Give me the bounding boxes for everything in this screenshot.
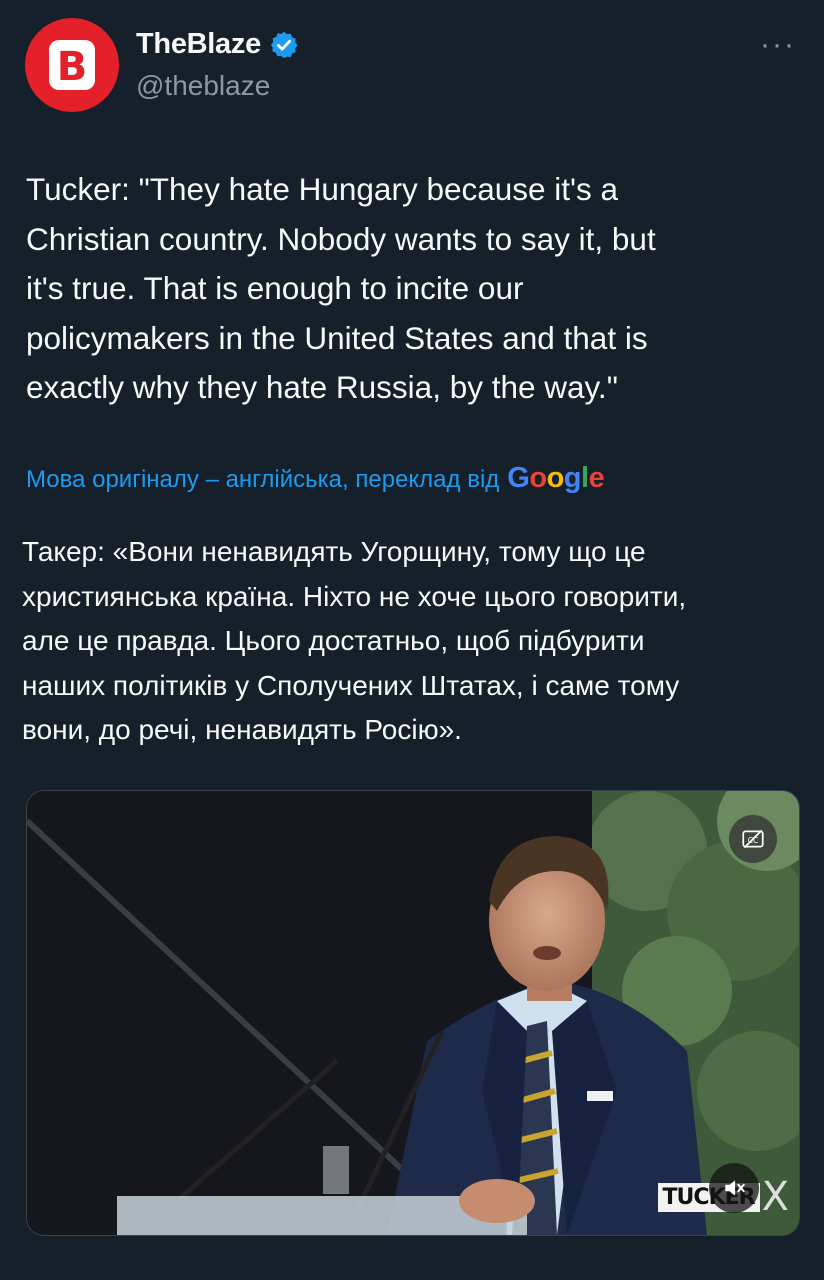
translated-text: Такер: «Вони ненавидять Угорщину, тому щ…	[22, 536, 687, 745]
blaze-logo-icon: B	[49, 40, 95, 90]
watermark-x-logo: X	[761, 1174, 789, 1220]
verified-badge-icon[interactable]	[269, 30, 299, 60]
avatar[interactable]: B	[25, 18, 119, 112]
account-name-row: TheBlaze	[136, 28, 299, 61]
muted-speaker-icon[interactable]	[709, 1163, 759, 1213]
account-handle[interactable]: @theblaze	[136, 70, 270, 102]
more-options-icon[interactable]: ···	[760, 30, 796, 60]
account-name[interactable]: TheBlaze	[136, 28, 261, 61]
show-original-link[interactable]: Мова оригіналу – англійська, переклад ві…	[26, 466, 499, 494]
tweet-text: Tucker: "They hate Hungary because it's …	[26, 171, 656, 405]
video-frame	[27, 791, 799, 1235]
translation-attribution: Мова оригіналу – англійська, переклад ві…	[26, 462, 605, 495]
captions-off-icon[interactable]: CC	[729, 815, 777, 863]
video-player[interactable]: CC TUCKER X	[26, 790, 800, 1236]
google-logo: Google	[507, 462, 605, 494]
avatar-letter: B	[57, 44, 88, 90]
